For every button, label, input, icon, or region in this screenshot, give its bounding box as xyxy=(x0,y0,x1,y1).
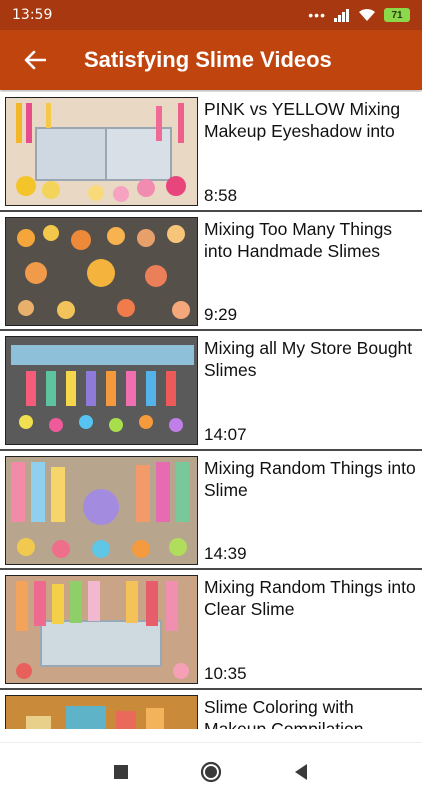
video-thumbnail[interactable] xyxy=(5,216,198,326)
triangle-back-icon xyxy=(295,763,307,780)
video-thumbnail[interactable] xyxy=(5,455,198,565)
system-nav-bar xyxy=(0,742,422,800)
video-title: Mixing Random Things into Slime xyxy=(204,457,416,500)
video-duration: 8:58 xyxy=(204,185,238,205)
app-bar: Satisfying Slime Videos xyxy=(0,30,422,90)
page-title: Satisfying Slime Videos xyxy=(84,47,332,72)
circle-icon xyxy=(200,761,222,782)
video-list-item[interactable]: Slime Coloring with Makeup Compilation xyxy=(0,690,422,730)
recents-button[interactable] xyxy=(106,757,136,787)
battery-indicator: 71 xyxy=(384,8,410,22)
video-title: PINK vs YELLOW Mixing Makeup Eyeshadow i… xyxy=(204,99,401,141)
system-back-button[interactable] xyxy=(286,757,316,787)
video-info: Slime Coloring with Makeup Compilation xyxy=(204,696,418,730)
video-list[interactable]: PINK vs YELLOW Mixing Makeup Eyeshadow i… xyxy=(0,92,422,729)
thumbnail-image xyxy=(6,337,197,444)
video-list-item[interactable]: Mixing Random Things into Slime 14:39 xyxy=(0,451,422,570)
video-list-item[interactable]: Mixing Random Things into Clear Slime 10… xyxy=(0,570,422,690)
thumbnail-image xyxy=(6,576,197,683)
arrow-left-icon xyxy=(24,50,46,70)
video-title: Slime Coloring with Makeup Compilation xyxy=(204,696,364,730)
video-duration: 10:35 xyxy=(204,663,247,683)
thumbnail-image xyxy=(6,217,197,325)
video-list-item[interactable]: Mixing Too Many Things into Handmade Sli… xyxy=(0,212,422,331)
video-list-item[interactable]: Mixing all My Store Bought Slimes 14:07 xyxy=(0,331,422,451)
video-thumbnail[interactable] xyxy=(5,694,198,729)
clock: 13:59 xyxy=(12,7,53,23)
video-duration: 9:29 xyxy=(204,305,238,324)
video-list-item[interactable]: PINK vs YELLOW Mixing Makeup Eyeshadow i… xyxy=(0,92,422,212)
video-thumbnail[interactable] xyxy=(5,97,198,206)
wifi-icon xyxy=(359,8,375,21)
notification-dots-icon: ••• xyxy=(308,7,326,23)
video-info: Mixing Random Things into Slime 14:39 xyxy=(204,457,418,569)
signal-icon xyxy=(334,8,349,22)
thumbnail-image xyxy=(6,456,197,564)
video-duration: 14:07 xyxy=(204,424,247,444)
video-info: Mixing Random Things into Clear Slime 10… xyxy=(204,576,418,688)
home-button[interactable] xyxy=(196,757,226,787)
square-icon xyxy=(114,764,128,779)
status-bar: 13:59 ••• 71 xyxy=(0,0,422,30)
video-duration: 14:39 xyxy=(204,544,247,563)
video-info: Mixing Too Many Things into Handmade Sli… xyxy=(204,218,418,330)
status-icons: ••• 71 xyxy=(308,7,410,23)
video-info: PINK vs YELLOW Mixing Makeup Eyeshadow i… xyxy=(204,98,418,210)
video-title: Mixing all My Store Bought Slimes xyxy=(204,338,413,380)
back-button[interactable] xyxy=(0,30,70,90)
video-info: Mixing all My Store Bought Slimes 14:07 xyxy=(204,337,418,449)
video-thumbnail[interactable] xyxy=(5,575,198,684)
video-title: Mixing Random Things into Clear Slime xyxy=(204,577,416,619)
thumbnail-image xyxy=(6,98,197,205)
thumbnail-image xyxy=(6,695,197,729)
video-title: Mixing Too Many Things into Handmade Sli… xyxy=(204,218,393,261)
video-thumbnail[interactable] xyxy=(5,336,198,445)
